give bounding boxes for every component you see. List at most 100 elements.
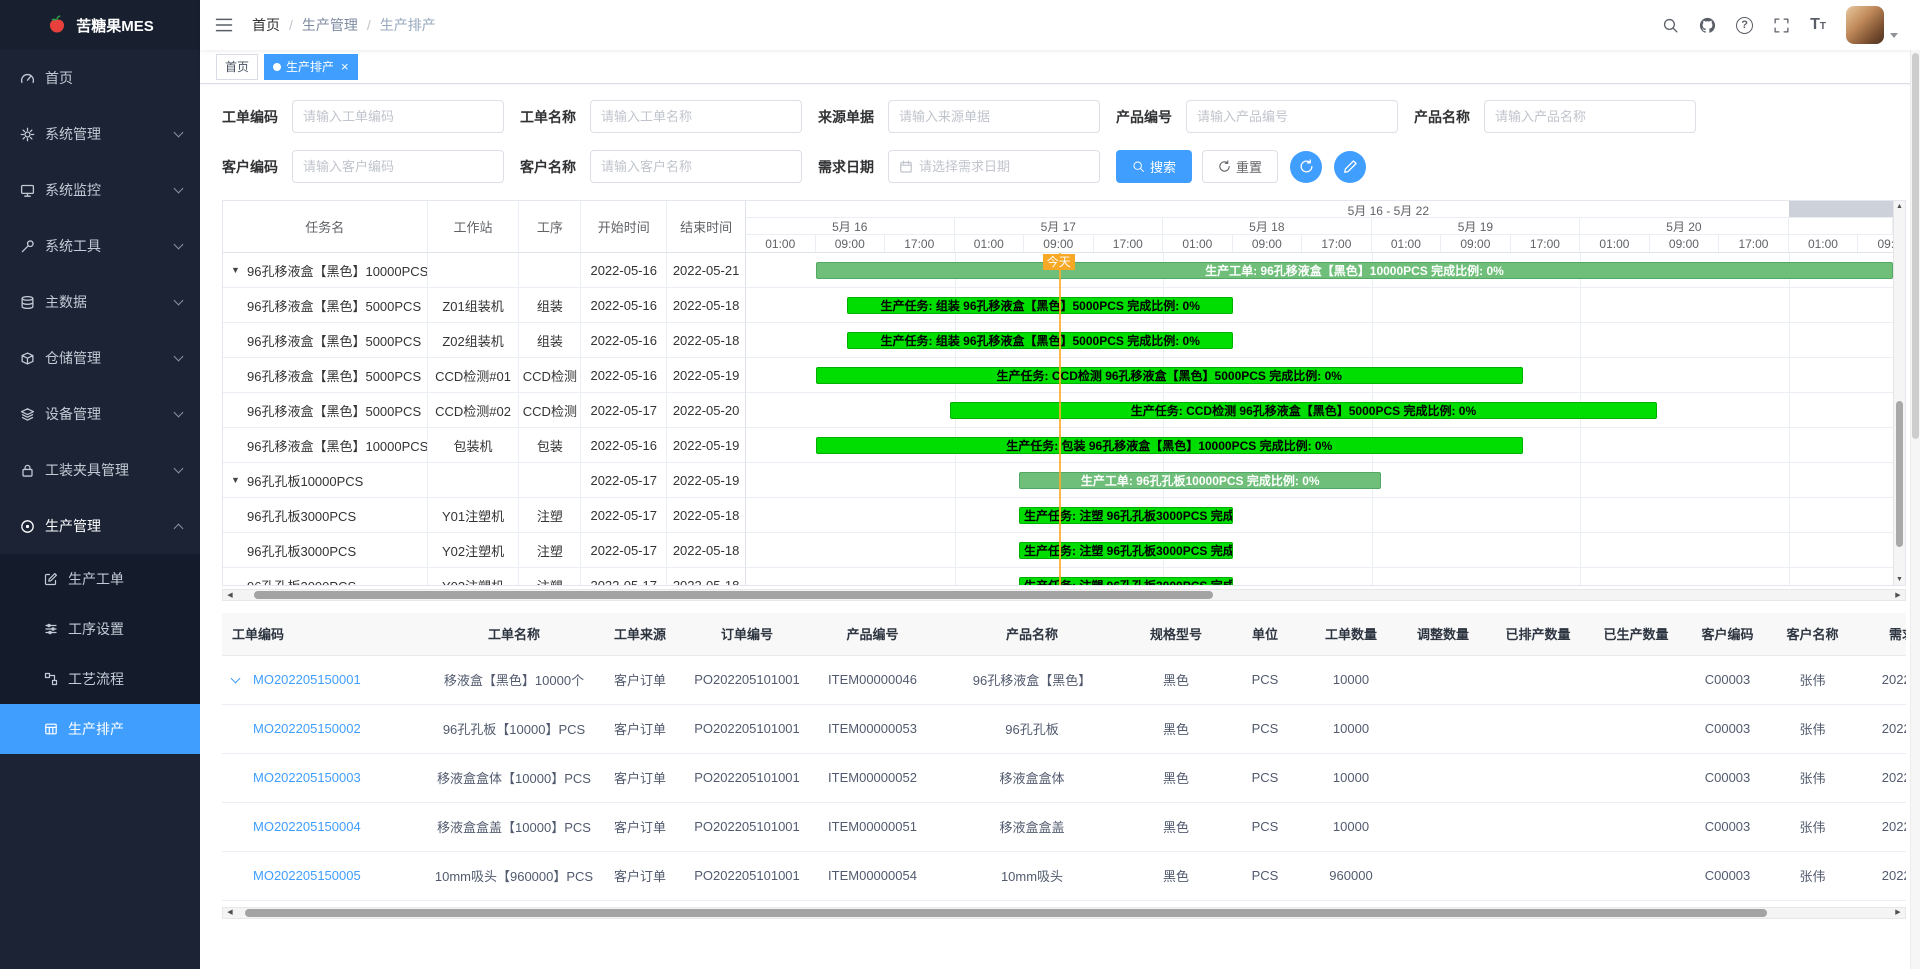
- sidebar-sub-item[interactable]: 生产排产: [0, 704, 200, 754]
- input-wrap[interactable]: [292, 150, 504, 183]
- scrollbar-thumb[interactable]: [1912, 53, 1919, 439]
- input-wrap[interactable]: [590, 150, 802, 183]
- sidebar-menu-item[interactable]: 系统管理: [0, 106, 200, 162]
- sidebar-menu-item[interactable]: 设备管理: [0, 386, 200, 442]
- input-wrap[interactable]: [590, 100, 802, 133]
- gantt-bar[interactable]: 生产任务: 包装 96孔移液盒【黑色】10000PCS 完成比例: 0%: [816, 437, 1523, 454]
- help-icon[interactable]: ?: [1736, 17, 1753, 34]
- scrollbar-thumb[interactable]: [1896, 401, 1903, 547]
- sidebar-menu-item[interactable]: 生产管理: [0, 498, 200, 554]
- text-input[interactable]: [601, 159, 791, 174]
- sidebar-menu-item[interactable]: 工装夹具管理: [0, 442, 200, 498]
- order-code-link[interactable]: MO202205150003: [253, 770, 361, 785]
- order-code-link[interactable]: MO202205150002: [253, 721, 361, 736]
- refresh-gantt-button[interactable]: [1290, 151, 1322, 183]
- input-wrap[interactable]: [888, 150, 1100, 183]
- gantt-bar[interactable]: 生产任务: CCD检测 96孔移液盒【黑色】5000PCS 完成比例: 0%: [950, 402, 1657, 419]
- order-row[interactable]: MO202205150004 移液盒盒盖【10000】PCS 客户订单 PO20…: [222, 802, 1906, 851]
- text-input[interactable]: [1197, 109, 1387, 124]
- gantt-bar[interactable]: 生产任务: 注塑 96孔孔板3000PCS 完成比例: 0%: [1019, 507, 1233, 524]
- task-name: 96孔移液盒【黑色】10000PCS: [247, 436, 428, 455]
- gantt-bar[interactable]: 生产任务: 注塑 96孔孔板3000PCS 完成比例: 0%: [1019, 577, 1233, 585]
- gantt-bar[interactable]: 生产工单: 96孔移液盒【黑色】10000PCS 完成比例: 0%: [816, 262, 1893, 279]
- page-scrollbar[interactable]: [1910, 50, 1920, 969]
- order-row[interactable]: MO202205150005 10mm吸头【960000】PCS 客户订单 PO…: [222, 851, 1906, 900]
- search-button[interactable]: 搜索: [1116, 150, 1192, 183]
- gantt-task-row[interactable]: ▼96孔孔板3000PCS Y03注塑机 注塑 2022-05-17 2022-…: [223, 568, 745, 585]
- order-row[interactable]: MO202205150002 96孔孔板【10000】PCS 客户订单 PO20…: [222, 704, 1906, 753]
- close-icon[interactable]: ×: [341, 60, 349, 73]
- search-icon[interactable]: [1662, 17, 1679, 34]
- font-size-icon[interactable]: TT: [1810, 17, 1826, 33]
- collapse-arrow-icon[interactable]: ▼: [231, 475, 247, 485]
- gantt-task-row[interactable]: ▼96孔移液盒【黑色】5000PCS CCD检测#01 CCD检测 2022-0…: [223, 358, 745, 393]
- sidebar-menu-item[interactable]: 首页: [0, 50, 200, 106]
- sidebar-menu-item[interactable]: 系统监控: [0, 162, 200, 218]
- tag-home[interactable]: 首页: [216, 54, 258, 80]
- gantt-task-row[interactable]: ▼96孔移液盒【黑色】5000PCS CCD检测#02 CCD检测 2022-0…: [223, 393, 745, 428]
- expand-chevron-icon[interactable]: [231, 674, 241, 684]
- scrollbar-track[interactable]: [237, 590, 1891, 600]
- fullscreen-icon[interactable]: [1773, 17, 1790, 34]
- scroll-up-arrow-icon[interactable]: ▲: [1896, 203, 1903, 210]
- gantt-bar[interactable]: 生产工单: 96孔孔板10000PCS 完成比例: 0%: [1019, 472, 1381, 489]
- gantt-bar[interactable]: 生产任务: 注塑 96孔孔板3000PCS 完成比例: 0%: [1019, 542, 1233, 559]
- sidebar-menu-item[interactable]: 系统工具: [0, 218, 200, 274]
- text-input[interactable]: [601, 109, 791, 124]
- breadcrumb-production[interactable]: 生产管理: [302, 15, 358, 35]
- scroll-right-arrow-icon[interactable]: ▶: [1891, 592, 1905, 599]
- scrollbar-thumb[interactable]: [245, 909, 1767, 917]
- gantt-bar[interactable]: 生产任务: 组装 96孔移液盒【黑色】5000PCS 完成比例: 0%: [847, 332, 1234, 349]
- collapse-arrow-icon[interactable]: ▼: [231, 265, 247, 275]
- gantt-task-row[interactable]: ▼96孔孔板3000PCS Y01注塑机 注塑 2022-05-17 2022-…: [223, 498, 745, 533]
- breadcrumb-home[interactable]: 首页: [252, 15, 280, 35]
- gantt-bar[interactable]: 生产任务: 组装 96孔移液盒【黑色】5000PCS 完成比例: 0%: [847, 297, 1234, 314]
- order-row[interactable]: MO202205150001 移液盒【黑色】10000个 客户订单 PO2022…: [222, 655, 1906, 704]
- text-input[interactable]: [1495, 109, 1685, 124]
- gantt-task-row[interactable]: ▼96孔移液盒【黑色】5000PCS Z01组装机 组装 2022-05-16 …: [223, 288, 745, 323]
- date-input[interactable]: [919, 159, 1089, 174]
- scroll-left-arrow-icon[interactable]: ◀: [223, 909, 237, 916]
- gantt-task-row[interactable]: ▼96孔移液盒【黑色】10000PCS 2022-05-16 2022-05-2…: [223, 253, 745, 288]
- scrollbar-thumb[interactable]: [254, 591, 1213, 599]
- orders-horizontal-scrollbar[interactable]: ◀ ▶: [222, 907, 1906, 919]
- grid-line: [1372, 253, 1373, 585]
- gantt-task-row[interactable]: ▼96孔移液盒【黑色】5000PCS Z02组装机 组装 2022-05-16 …: [223, 323, 745, 358]
- text-input[interactable]: [899, 109, 1089, 124]
- avatar[interactable]: [1846, 6, 1884, 44]
- sidebar-menu-item[interactable]: 主数据: [0, 274, 200, 330]
- text-input[interactable]: [303, 159, 493, 174]
- scroll-left-arrow-icon[interactable]: ◀: [223, 592, 237, 599]
- edit-button[interactable]: [1334, 151, 1366, 183]
- github-icon[interactable]: [1699, 17, 1716, 34]
- user-menu[interactable]: [1846, 6, 1898, 44]
- sidebar-sub-item[interactable]: 生产工单: [0, 554, 200, 604]
- order-row[interactable]: MO202205150003 移液盒盒体【10000】PCS 客户订单 PO20…: [222, 753, 1906, 802]
- text-input[interactable]: [303, 109, 493, 124]
- gantt-task-row[interactable]: ▼96孔孔板10000PCS 2022-05-17 2022-05-19: [223, 463, 745, 498]
- gantt-task-row[interactable]: ▼96孔移液盒【黑色】10000PCS 包装机 包装 2022-05-16 20…: [223, 428, 745, 463]
- reset-button[interactable]: 重置: [1202, 150, 1278, 183]
- sidebar-menu-item[interactable]: 仓储管理: [0, 330, 200, 386]
- order-code-link[interactable]: MO202205150005: [253, 868, 361, 883]
- sidebar-sub-item[interactable]: 工序设置: [0, 604, 200, 654]
- tag-production-schedule[interactable]: 生产排产 ×: [264, 54, 358, 80]
- order-code-link[interactable]: MO202205150001: [253, 672, 361, 687]
- scroll-right-arrow-icon[interactable]: ▶: [1891, 909, 1905, 916]
- gantt-task-row[interactable]: ▼96孔孔板3000PCS Y02注塑机 注塑 2022-05-17 2022-…: [223, 533, 745, 568]
- gantt-horizontal-scrollbar[interactable]: ◀ ▶: [222, 589, 1906, 601]
- order-code-link[interactable]: MO202205150004: [253, 819, 361, 834]
- input-wrap[interactable]: [1186, 100, 1398, 133]
- gantt-bar[interactable]: 生产任务: CCD检测 96孔移液盒【黑色】5000PCS 完成比例: 0%: [816, 367, 1523, 384]
- scrollbar-track[interactable]: [237, 908, 1891, 918]
- process-cell: 注塑: [519, 568, 581, 585]
- input-wrap[interactable]: [292, 100, 504, 133]
- input-wrap[interactable]: [888, 100, 1100, 133]
- gantt-vertical-scrollbar[interactable]: ▲ ▼: [1893, 201, 1905, 585]
- scroll-down-arrow-icon[interactable]: ▼: [1896, 576, 1903, 583]
- input-wrap[interactable]: [1484, 100, 1696, 133]
- hamburger-icon[interactable]: [214, 15, 234, 35]
- app-logo[interactable]: 苦糖果MES: [0, 0, 200, 50]
- task-name-cell: ▼96孔移液盒【黑色】5000PCS: [223, 358, 428, 392]
- sidebar-sub-item[interactable]: 工艺流程: [0, 654, 200, 704]
